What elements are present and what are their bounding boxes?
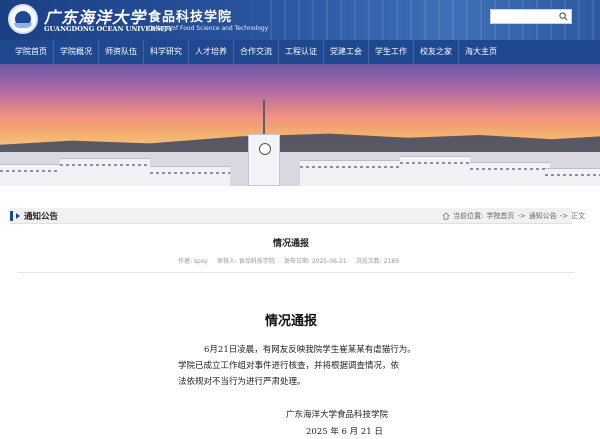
college-name-cn: 食品科技学院 bbox=[148, 10, 233, 25]
article-reviewer: 审核人: 食品科技学院 bbox=[216, 258, 275, 265]
clock-tower bbox=[248, 134, 280, 186]
notice-paragraph-3: 法依规对不当行为进行严肃处理。 bbox=[178, 377, 306, 387]
breadcrumb-category-link[interactable]: 通知公告 bbox=[529, 211, 557, 221]
search-icon[interactable] bbox=[559, 12, 568, 21]
nav-item-cooperation[interactable]: 合作交流 bbox=[234, 40, 279, 64]
article-views-label: 浏览次数: bbox=[355, 258, 382, 265]
article-author: 作者: spxy bbox=[178, 258, 208, 265]
breadcrumb: 当前位置: 学院首页 -> 通知公告 -> 正文 bbox=[442, 211, 585, 221]
notice-date: 2025 年 6 月 21 日 bbox=[306, 427, 383, 437]
notice-paragraph-2: 学院已成立工作组对事件进行核查，并将根据调查情况，依 bbox=[178, 361, 400, 371]
banner-campus-buildings bbox=[0, 134, 600, 186]
nav-item-party[interactable]: 党建工会 bbox=[324, 40, 369, 64]
site-header: 广东海洋大学 食品科技学院 GUANGDONG OCEAN UNIVERSITY… bbox=[0, 0, 600, 40]
nav-item-university-home[interactable]: 海大主页 bbox=[459, 40, 503, 64]
nav-item-faculty[interactable]: 师资队伍 bbox=[99, 40, 144, 64]
nav-item-overview[interactable]: 学院概况 bbox=[54, 40, 99, 64]
article-views-count: 2189 bbox=[383, 258, 399, 265]
section-marker bbox=[10, 211, 13, 221]
nav-item-certification[interactable]: 工程认证 bbox=[279, 40, 324, 64]
article-views: 浏览次数: 2189 bbox=[356, 256, 399, 265]
section-title: 通知公告 bbox=[24, 212, 59, 222]
nav-item-home[interactable]: 学院首页 bbox=[0, 40, 54, 64]
search-input[interactable] bbox=[490, 9, 572, 24]
nav-item-education[interactable]: 人才培养 bbox=[189, 40, 234, 64]
breadcrumb-separator: -> bbox=[517, 212, 526, 220]
college-name-en: College of Food Science and Technology bbox=[148, 25, 269, 32]
nav-item-alumni[interactable]: 校友之家 bbox=[414, 40, 459, 64]
section-arrow-icon bbox=[16, 213, 20, 219]
home-icon bbox=[442, 212, 450, 220]
breadcrumb-prefix: 当前位置: bbox=[453, 212, 484, 220]
article-divider bbox=[18, 272, 574, 273]
notice-signature: 广东海洋大学食品科技学院 bbox=[286, 410, 389, 420]
university-logo-icon[interactable] bbox=[8, 4, 38, 34]
nav-item-student-affairs[interactable]: 学生工作 bbox=[369, 40, 414, 64]
breadcrumb-separator: -> bbox=[559, 212, 569, 220]
notice-heading: 情况通报 bbox=[264, 314, 317, 329]
article-title: 情况通报 bbox=[272, 239, 309, 249]
nav-item-research[interactable]: 科学研究 bbox=[144, 40, 189, 64]
main-nav: 学院首页 学院概况 师资队伍 科学研究 人才培养 合作交流 工程认证 党建工会 … bbox=[0, 40, 600, 64]
breadcrumb-current: 正文 bbox=[571, 212, 586, 220]
section-header: 通知公告 当前位置: 学院首页 -> 通知公告 -> 正文 bbox=[10, 208, 585, 224]
notice-paragraph-1: 6月21日凌晨，有网友反映我院学生崔某某有虐猫行为。 bbox=[204, 345, 416, 355]
campus-banner-image bbox=[0, 64, 600, 186]
banner-tower-antenna bbox=[263, 100, 265, 134]
breadcrumb-home-link[interactable]: 学院首页 bbox=[486, 211, 514, 221]
article-date: 发布日期: 2025-06-21 bbox=[283, 258, 347, 265]
article-meta: 作者: spxy 审核人: 食品科技学院 发布日期: 2025-06-21 浏览… bbox=[178, 256, 399, 265]
